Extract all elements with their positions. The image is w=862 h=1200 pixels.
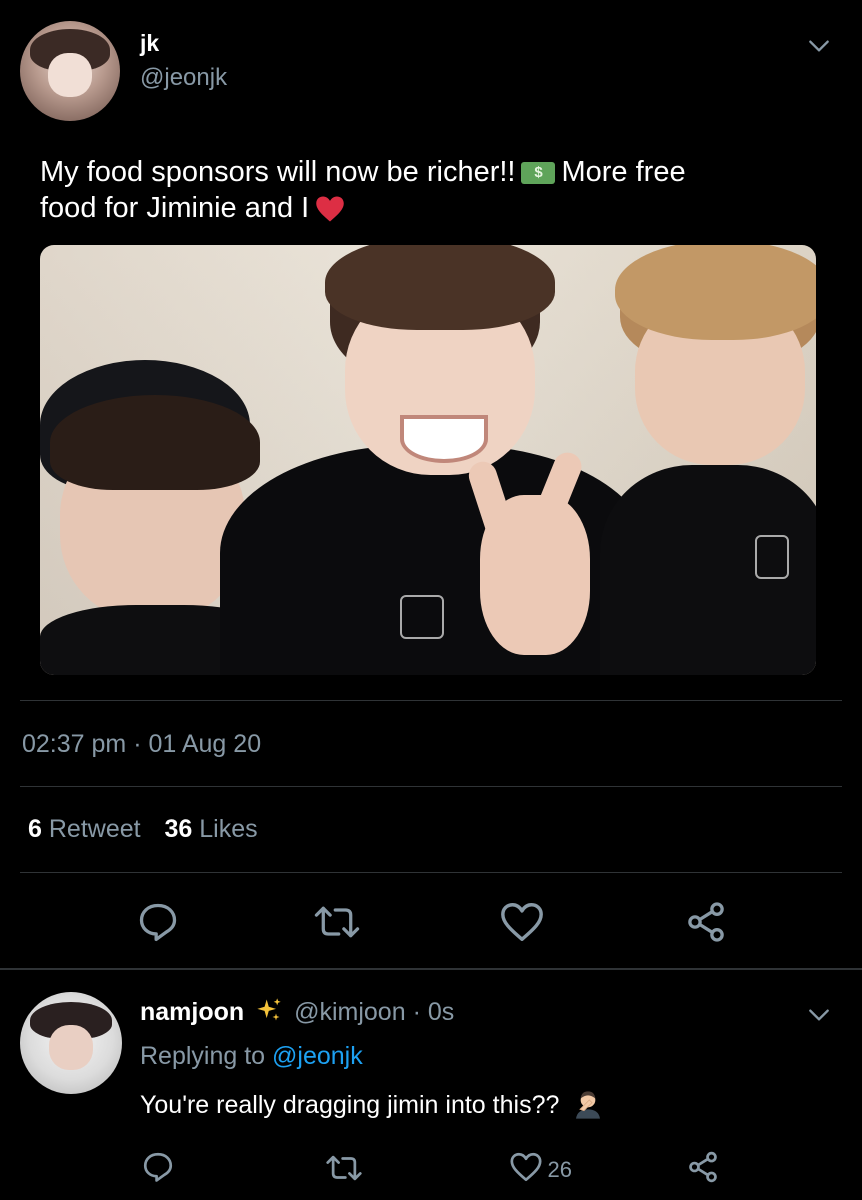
tweet-date: 01 Aug 20 [148, 730, 262, 758]
retweets-count[interactable]: 6 [28, 815, 42, 843]
divider [20, 786, 842, 787]
reply-like-count: 26 [547, 1157, 572, 1182]
tweet-text-line1: My food sponsors will now be richer!! [40, 156, 516, 188]
person-facepalming-icon [576, 1091, 601, 1119]
reply-icon[interactable] [136, 900, 180, 944]
divider [20, 700, 842, 701]
author-avatar[interactable] [20, 21, 120, 121]
chevron-down-icon[interactable] [806, 33, 832, 59]
reply-header: namjoon @kimjoon · 0s [140, 996, 454, 1027]
divider [20, 872, 842, 873]
tweet-text-line2: food for Jiminie and I [40, 192, 310, 224]
reply-author-name[interactable]: namjoon [140, 998, 244, 1026]
reply-text: You're really dragging jimin into this?? [140, 1088, 604, 1120]
timestamp-separator: · [133, 730, 142, 758]
author-handle[interactable]: @jeonjk [140, 64, 227, 92]
tweet-stats: 6 Retweet 36 Likes [28, 815, 258, 844]
replying-handle-link[interactable]: @jeonjk [272, 1042, 363, 1070]
reply-time[interactable]: 0s [428, 998, 454, 1026]
like-icon [510, 1152, 542, 1182]
reply-like-button[interactable]: 26 [509, 1151, 572, 1183]
retweets-label[interactable]: Retweet [49, 815, 141, 843]
tweet-time: 02:37 pm [22, 730, 127, 758]
tweet-photo[interactable] [40, 245, 816, 675]
tweet-text: My food sponsors will now be richer!! $ Mo… [40, 154, 830, 226]
reply-author-handle[interactable]: @kimjoon [294, 998, 406, 1026]
likes-count[interactable]: 36 [164, 815, 192, 843]
like-icon[interactable] [499, 900, 545, 944]
share-icon[interactable] [684, 900, 728, 944]
reply-author-avatar[interactable] [20, 992, 122, 1094]
author-name[interactable]: jk [140, 30, 159, 57]
retweet-icon[interactable] [325, 1152, 363, 1184]
tweet-text-line1-end: More free [561, 156, 686, 188]
replying-to: Replying to @jeonjk [140, 1042, 363, 1071]
chevron-down-icon[interactable] [806, 1002, 832, 1028]
tweet-timestamp[interactable]: 02:37 pm · 01 Aug 20 [22, 730, 261, 759]
money-banknote-emoji-icon: $ [521, 162, 556, 185]
red-heart-icon [316, 196, 344, 222]
reply-icon[interactable] [141, 1150, 175, 1184]
reply-text-body: You're really dragging jimin into this?? [140, 1091, 560, 1119]
retweet-icon[interactable] [313, 902, 361, 942]
sparkles-icon [257, 998, 281, 1021]
likes-label[interactable]: Likes [199, 815, 257, 843]
replying-prefix: Replying to [140, 1042, 266, 1070]
divider [0, 968, 862, 970]
reply-separator: · [412, 998, 421, 1026]
share-icon[interactable] [686, 1150, 720, 1184]
